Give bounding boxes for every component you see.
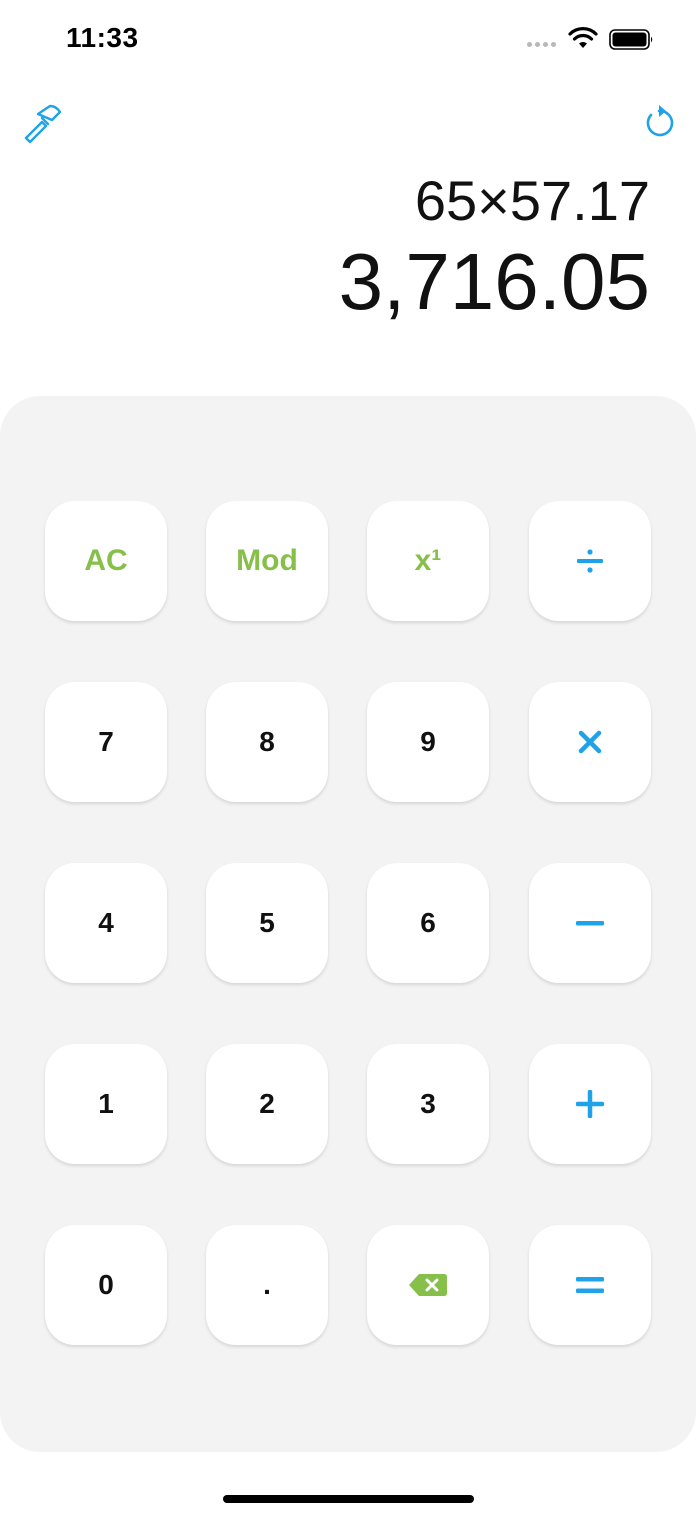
digit-2-button[interactable]: 2 <box>206 1044 328 1164</box>
power-button[interactable]: x¹ <box>367 501 489 621</box>
digit-1-label: 1 <box>98 1088 114 1119</box>
digit-7-button[interactable]: 7 <box>45 682 167 802</box>
plus-button[interactable] <box>529 1044 651 1164</box>
plus-icon <box>576 1090 604 1118</box>
mod-label: Mod <box>236 544 298 577</box>
digit-0-label: 0 <box>98 1269 114 1300</box>
digit-5-label: 5 <box>259 907 275 938</box>
minus-icon <box>576 921 604 926</box>
cellular-signal-icon <box>527 42 556 47</box>
digit-3-label: 3 <box>420 1088 436 1119</box>
home-indicator[interactable] <box>223 1495 474 1503</box>
battery-icon <box>609 29 653 50</box>
divide-icon <box>577 549 603 573</box>
all-clear-label: AC <box>84 544 128 577</box>
digit-7-label: 7 <box>98 726 114 757</box>
divide-button[interactable] <box>529 501 651 621</box>
digit-4-label: 4 <box>98 907 114 938</box>
digit-1-button[interactable]: 1 <box>45 1044 167 1164</box>
result-display: 3,716.05 <box>338 237 650 326</box>
minus-button[interactable] <box>529 863 651 983</box>
digit-6-button[interactable]: 6 <box>367 863 489 983</box>
digit-4-button[interactable]: 4 <box>45 863 167 983</box>
digit-8-button[interactable]: 8 <box>206 682 328 802</box>
digit-2-label: 2 <box>259 1088 275 1119</box>
all-clear-button[interactable]: AC <box>45 501 167 621</box>
status-bar: 11:33 <box>0 0 696 80</box>
digit-5-button[interactable]: 5 <box>206 863 328 983</box>
calculator-screen: 11:33 65×57.17 3,716.05 AC Mod x¹ 7 8 9 … <box>0 0 696 1516</box>
backspace-button[interactable] <box>367 1225 489 1345</box>
mod-button[interactable]: Mod <box>206 501 328 621</box>
backspace-icon <box>409 1274 447 1296</box>
history-icon[interactable] <box>638 102 678 142</box>
digit-9-label: 9 <box>420 726 436 757</box>
power-label: x¹ <box>414 544 442 577</box>
digit-9-button[interactable]: 9 <box>367 682 489 802</box>
expression-display: 65×57.17 <box>414 169 650 232</box>
decimal-button[interactable]: . <box>206 1225 328 1345</box>
wifi-icon <box>568 27 598 48</box>
digit-0-button[interactable]: 0 <box>45 1225 167 1345</box>
equals-icon <box>576 1277 604 1293</box>
decimal-label: . <box>263 1269 271 1300</box>
multiply-button[interactable] <box>529 682 651 802</box>
digit-3-button[interactable]: 3 <box>367 1044 489 1164</box>
digit-6-label: 6 <box>420 907 436 938</box>
multiply-icon <box>578 730 602 754</box>
digit-8-label: 8 <box>259 726 275 757</box>
keypad: AC Mod x¹ 7 8 9 4 5 6 1 2 3 0 . <box>0 396 696 1452</box>
equals-button[interactable] <box>529 1225 651 1345</box>
hammer-icon[interactable] <box>22 102 64 144</box>
status-time: 11:33 <box>66 22 139 53</box>
